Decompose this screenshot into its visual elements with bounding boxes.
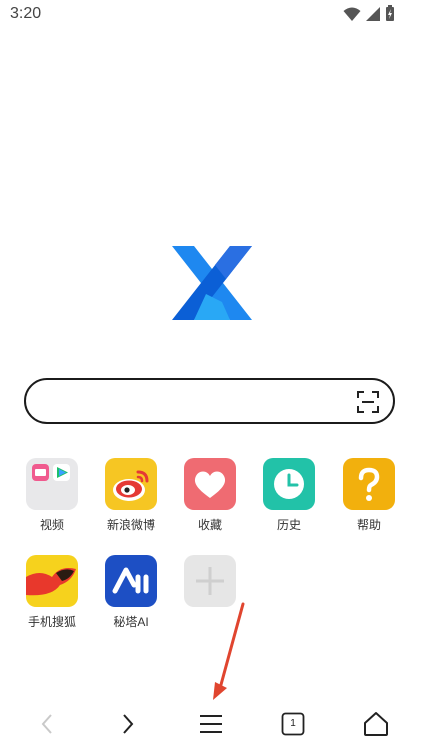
add-icon <box>184 555 236 607</box>
weibo-icon <box>105 458 157 510</box>
sohu-fox-icon <box>26 555 78 607</box>
battery-charging-icon <box>386 5 394 21</box>
search-input[interactable] <box>44 388 348 416</box>
metaso-icon <box>105 555 157 607</box>
status-bar: 3:20 <box>0 0 423 30</box>
xbrowser-logo <box>172 246 252 320</box>
shortcut-favorites[interactable]: 收藏 <box>175 458 245 533</box>
shortcut-label: 视频 <box>39 518 64 532</box>
home-button[interactable] <box>360 708 392 740</box>
menu-icon <box>200 715 222 733</box>
shortcut-metaso[interactable]: 秘塔AI <box>96 555 166 630</box>
tab-count: 1 <box>290 718 296 729</box>
search-box[interactable] <box>24 378 395 424</box>
home-icon <box>364 712 388 736</box>
back-icon <box>41 714 52 734</box>
bottom-nav: 1 <box>0 700 423 746</box>
tabs-button[interactable]: 1 <box>277 708 309 740</box>
heart-icon <box>184 458 236 510</box>
scan-icon[interactable] <box>357 391 379 413</box>
forward-icon <box>123 714 134 734</box>
signal-icon <box>366 6 380 21</box>
shortcut-label: 手机搜狐 <box>27 615 76 629</box>
wifi-icon <box>343 7 361 21</box>
shortcut-video[interactable]: 视频 <box>17 458 87 533</box>
shortcut-weibo[interactable]: 新浪微博 <box>96 458 166 533</box>
forward-button[interactable] <box>112 708 144 740</box>
annotation-arrow-icon <box>213 602 245 700</box>
shortcut-label: 收藏 <box>197 518 222 532</box>
shortcut-history[interactable]: 历史 <box>254 458 324 533</box>
clock-icon <box>263 458 315 510</box>
shortcut-label: 秘塔AI <box>113 615 149 629</box>
video-folder-icon <box>26 458 78 510</box>
back-button[interactable] <box>31 708 63 740</box>
shortcut-label: 新浪微博 <box>106 518 155 532</box>
shortcut-help[interactable]: 帮助 <box>334 458 404 533</box>
question-icon <box>343 458 395 510</box>
status-icons <box>343 5 395 22</box>
menu-button[interactable] <box>195 708 227 740</box>
shortcut-sohu[interactable]: 手机搜狐 <box>17 555 87 630</box>
status-time: 3:20 <box>10 5 42 22</box>
shortcut-label: 帮助 <box>356 518 381 532</box>
shortcut-label: 历史 <box>276 518 301 532</box>
add-shortcut-button[interactable] <box>175 555 245 613</box>
